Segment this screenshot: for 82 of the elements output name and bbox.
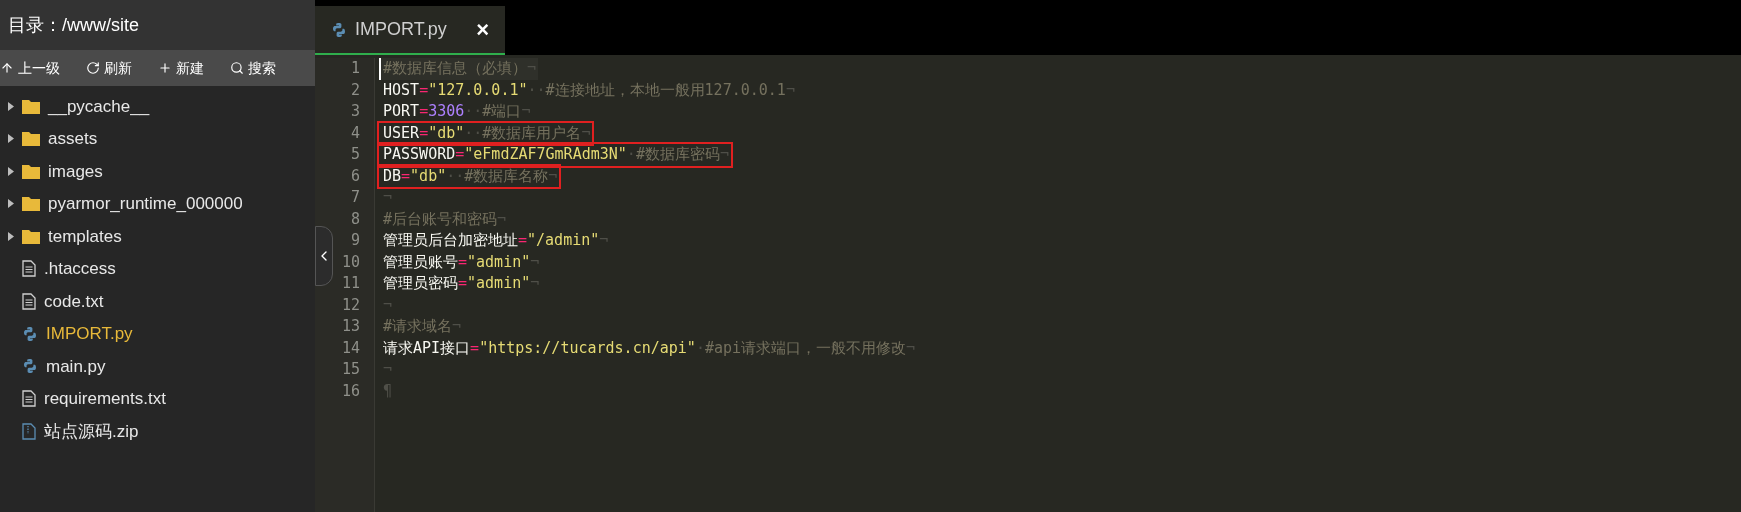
code-line: ¬	[382, 294, 394, 316]
code-line: ¬	[382, 187, 394, 208]
code-line: #请求域名¬	[382, 316, 463, 337]
code-line: ¬	[382, 359, 394, 380]
document-icon	[22, 292, 36, 310]
expand-arrow-icon	[8, 199, 14, 209]
python-icon	[22, 325, 38, 342]
file-name: IMPORT.py	[46, 323, 133, 345]
close-button[interactable]: ×	[476, 13, 489, 46]
line-number: 5	[350, 144, 360, 165]
python-icon	[22, 358, 38, 375]
code-line: 管理员后台加密地址="/admin"¬	[382, 230, 610, 251]
file-tree-item[interactable]: __pycache__	[0, 90, 315, 123]
expand-arrow-icon	[8, 166, 14, 176]
line-number: 7	[350, 187, 360, 208]
plus-icon	[158, 61, 172, 75]
line-number: 12	[341, 294, 360, 316]
line-number: 14	[341, 337, 360, 359]
file-tree-item[interactable]: templates	[0, 220, 315, 253]
code-line: PASSWORD="eFmdZAF7GmRAdm3N"·#数据库密码¬	[379, 144, 731, 166]
line-number: 4	[350, 122, 360, 144]
file-tree-item[interactable]: main.py	[0, 350, 315, 383]
line-number: 13	[341, 316, 360, 337]
file-tree-item[interactable]: assets	[0, 122, 315, 155]
line-number: 6	[350, 165, 360, 187]
file-name: templates	[48, 225, 122, 248]
line-number: 1	[350, 58, 360, 79]
file-name: assets	[48, 128, 98, 150]
expand-arrow-icon	[8, 101, 14, 111]
file-name: code.txt	[44, 290, 104, 313]
refresh-icon	[86, 61, 100, 75]
line-number: 11	[341, 273, 360, 294]
file-tree-item[interactable]: requirements.txt	[0, 382, 315, 415]
code-line: 管理员账号="admin"¬	[382, 251, 541, 273]
directory-title: 目录：/www/site	[8, 13, 139, 37]
file-name: images	[48, 160, 103, 183]
python-icon	[331, 21, 347, 38]
file-name: pyarmor_runtime_000000	[48, 193, 243, 215]
code-line: HOST="127.0.0.1"··#连接地址，本地一般用127.0.0.1¬	[382, 79, 796, 101]
zip-file-icon	[22, 422, 36, 440]
document-icon	[22, 260, 36, 278]
line-number: 8	[350, 208, 360, 230]
line-number: 15	[341, 359, 360, 380]
code-line: 请求API接口="https://tucards.cn/api"·#api请求端口，一般不用修改¬	[382, 337, 917, 359]
line-number: 16	[341, 380, 360, 402]
code-line: ¶	[382, 380, 394, 402]
collapse-sidebar-button[interactable]	[315, 226, 333, 286]
file-name: requirements.txt	[44, 388, 166, 410]
search-icon	[230, 61, 244, 75]
file-name: __pycache__	[48, 95, 150, 118]
code-line: 管理员密码="admin"¬	[382, 273, 541, 294]
editor-tab[interactable]: IMPORT.py ×	[315, 6, 505, 55]
toolbar-button[interactable]: 刷新	[86, 57, 132, 79]
folder-icon	[22, 163, 40, 179]
code-line: DB="db"··#数据库名称¬	[379, 165, 560, 187]
code-line: PORT=3306··#端口¬	[382, 101, 532, 122]
line-number: 3	[350, 101, 360, 122]
tab-label: IMPORT.py	[355, 18, 447, 41]
line-number: 9	[350, 230, 360, 251]
file-tree-item[interactable]: IMPORT.py	[0, 317, 315, 350]
file-tree-item[interactable]: code.txt	[0, 285, 315, 318]
file-tree-item[interactable]: images	[0, 155, 315, 188]
folder-icon	[22, 228, 40, 244]
folder-icon	[22, 98, 40, 114]
file-tree-item[interactable]: 站点源码.zip	[0, 415, 315, 448]
toolbar-button[interactable]: 新建	[158, 57, 204, 79]
line-number: 10	[341, 251, 360, 273]
toolbar-button[interactable]: 搜索	[230, 57, 276, 79]
document-icon	[22, 390, 36, 408]
expand-arrow-icon	[8, 134, 14, 144]
file-name: main.py	[46, 355, 106, 378]
code-line: #后台账号和密码¬	[382, 208, 508, 230]
toolbar-button[interactable]: 上一级	[0, 57, 60, 79]
folder-icon	[22, 196, 40, 212]
file-tree-item[interactable]: pyarmor_runtime_000000	[0, 187, 315, 220]
file-name: 站点源码.zip	[44, 420, 139, 443]
code-line: USER="db"··#数据库用户名¬	[379, 122, 593, 144]
file-tree-item[interactable]: .htaccess	[0, 252, 315, 285]
line-number: 2	[350, 79, 360, 101]
file-name: .htaccess	[44, 258, 116, 280]
expand-arrow-icon	[8, 231, 14, 241]
folder-icon	[22, 131, 40, 147]
